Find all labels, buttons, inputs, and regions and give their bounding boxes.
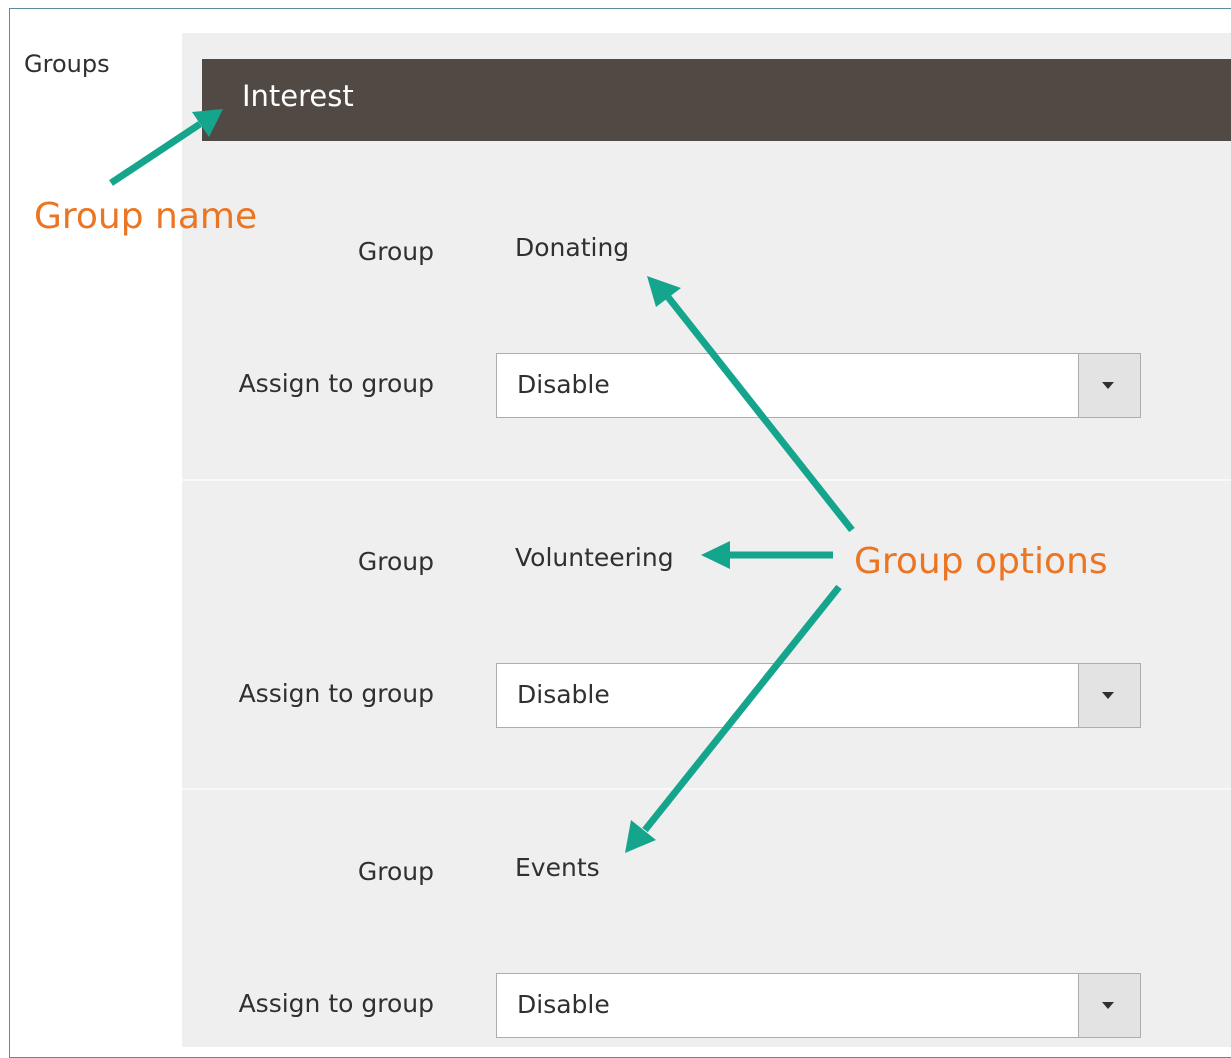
caret-down-icon bbox=[1102, 382, 1114, 389]
caret-down-icon bbox=[1102, 1002, 1114, 1009]
select-toggle-button[interactable] bbox=[1078, 974, 1140, 1037]
group-option-value: Volunteering bbox=[515, 543, 674, 572]
group-field-label: Group bbox=[357, 237, 434, 266]
group-options-annotation: Group options bbox=[854, 541, 1108, 582]
group-header-title: Interest bbox=[242, 79, 354, 113]
caret-down-icon bbox=[1102, 692, 1114, 699]
assign-to-group-select[interactable]: Disable bbox=[496, 663, 1141, 728]
select-value: Disable bbox=[517, 990, 610, 1019]
group-name-annotation: Group name bbox=[34, 196, 258, 237]
groups-section-label: Groups bbox=[24, 50, 110, 78]
group-option-value: Events bbox=[515, 853, 600, 882]
assign-to-group-label: Assign to group bbox=[238, 989, 434, 1018]
group-option-value: Donating bbox=[515, 233, 630, 262]
select-value: Disable bbox=[517, 680, 610, 709]
select-toggle-button[interactable] bbox=[1078, 664, 1140, 727]
assign-to-group-label: Assign to group bbox=[238, 679, 434, 708]
assign-to-group-label: Assign to group bbox=[238, 369, 434, 398]
select-toggle-button[interactable] bbox=[1078, 354, 1140, 417]
select-value: Disable bbox=[517, 370, 610, 399]
group-panel bbox=[182, 33, 1231, 1047]
assign-to-group-select[interactable]: Disable bbox=[496, 973, 1141, 1038]
group-field-label: Group bbox=[357, 857, 434, 886]
group-header[interactable]: Interest bbox=[202, 59, 1231, 141]
assign-to-group-select[interactable]: Disable bbox=[496, 353, 1141, 418]
row-divider bbox=[182, 479, 1231, 481]
group-field-label: Group bbox=[357, 547, 434, 576]
row-divider bbox=[182, 788, 1231, 790]
